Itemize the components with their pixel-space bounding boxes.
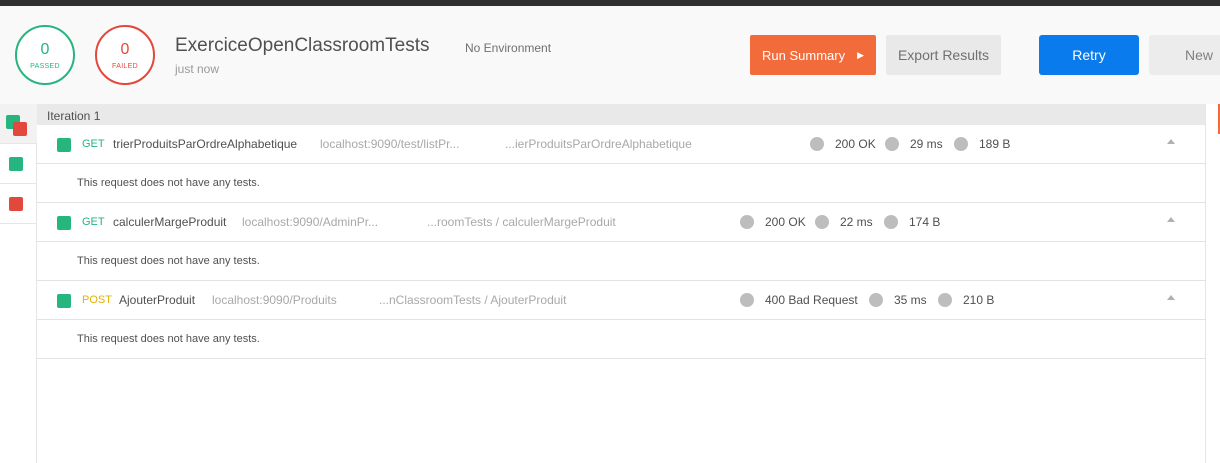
size-dot-icon xyxy=(938,293,952,307)
response-status: 200 OK xyxy=(835,137,876,151)
time-dot-icon xyxy=(885,137,899,151)
sidebar-item-passed[interactable] xyxy=(0,144,37,184)
request-row[interactable]: POST AjouterProduit localhost:9090/Produ… xyxy=(37,281,1205,320)
response-status: 200 OK xyxy=(765,215,806,229)
collapse-icon[interactable] xyxy=(1167,217,1175,222)
request-status-icon xyxy=(57,294,71,308)
size-dot-icon xyxy=(954,137,968,151)
play-icon: ▶ xyxy=(857,49,864,60)
failed-label: FAILED xyxy=(112,62,138,70)
response-time: 22 ms xyxy=(840,215,873,229)
passed-status-icon xyxy=(9,157,23,171)
request-row[interactable]: GET trierProduitsParOrdreAlphabetique lo… xyxy=(37,125,1205,164)
failed-status-icon xyxy=(9,197,23,211)
passed-counter: 0 PASSED xyxy=(15,25,75,85)
request-path: ...roomTests / calculerMargeProduit xyxy=(427,215,616,229)
request-tests-note: This request does not have any tests. xyxy=(37,164,1205,203)
request-method: GET xyxy=(82,138,105,150)
sidebar-item-all[interactable] xyxy=(0,104,37,144)
status-dot-icon xyxy=(740,293,754,307)
failed-counter: 0 FAILED xyxy=(95,25,155,85)
time-dot-icon xyxy=(869,293,883,307)
new-button[interactable]: New xyxy=(1149,35,1220,75)
run-time: just now xyxy=(175,62,220,76)
request-path: ...ierProduitsParOrdreAlphabetique xyxy=(505,137,692,151)
collection-title: ExerciceOpenClassroomTests xyxy=(175,35,430,56)
environment-label: No Environment xyxy=(465,41,552,55)
request-method: POST xyxy=(82,294,112,306)
iteration-header: Iteration 1 xyxy=(37,104,1205,125)
request-name: calculerMargeProduit xyxy=(113,215,227,229)
response-size: 174 B xyxy=(909,215,941,229)
passed-count: 0 xyxy=(40,40,50,58)
request-url: localhost:9090/AdminPr... xyxy=(242,215,379,229)
request-url: localhost:9090/test/listPr... xyxy=(320,137,460,151)
request-status-icon xyxy=(57,216,71,230)
time-dot-icon xyxy=(815,215,829,229)
failed-status-icon xyxy=(13,122,27,136)
request-path: ...nClassroomTests / AjouterProduit xyxy=(379,293,567,307)
status-dot-icon xyxy=(810,137,824,151)
size-dot-icon xyxy=(884,215,898,229)
status-dot-icon xyxy=(740,215,754,229)
request-status-icon xyxy=(57,138,71,152)
response-status: 400 Bad Request xyxy=(765,293,858,307)
request-name: trierProduitsParOrdreAlphabetique xyxy=(113,137,298,151)
passed-label: PASSED xyxy=(30,62,60,70)
request-row[interactable]: GET calculerMargeProduit localhost:9090/… xyxy=(37,203,1205,242)
request-tests-note: This request does not have any tests. xyxy=(37,242,1205,281)
iteration-sidebar xyxy=(0,104,37,463)
export-results-button[interactable]: Export Results xyxy=(886,35,1001,75)
request-name: AjouterProduit xyxy=(119,293,196,307)
response-time: 35 ms xyxy=(894,293,927,307)
collapse-icon[interactable] xyxy=(1167,295,1175,300)
run-header: 0 PASSED 0 FAILED ExerciceOpenClassroomT… xyxy=(0,6,1220,104)
request-tests-note: This request does not have any tests. xyxy=(37,320,1205,359)
response-size: 189 B xyxy=(979,137,1011,151)
scrollbar[interactable] xyxy=(1205,104,1220,463)
sidebar-item-failed[interactable] xyxy=(0,184,37,224)
response-size: 210 B xyxy=(963,293,995,307)
run-summary-button[interactable]: Run Summary ▶ xyxy=(750,35,876,75)
request-url: localhost:9090/Produits xyxy=(212,293,337,307)
response-time: 29 ms xyxy=(910,137,943,151)
retry-button[interactable]: Retry xyxy=(1039,35,1139,75)
failed-count: 0 xyxy=(120,40,130,58)
request-method: GET xyxy=(82,216,105,228)
collapse-icon[interactable] xyxy=(1167,139,1175,144)
run-summary-label: Run Summary xyxy=(762,47,846,63)
